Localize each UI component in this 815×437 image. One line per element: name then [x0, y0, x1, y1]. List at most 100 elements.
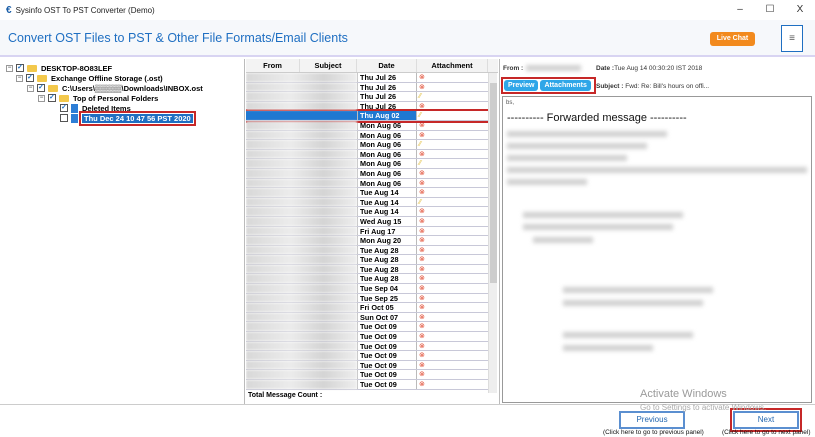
tree-node-deleted-items[interactable]: ✓ Deleted Items [60, 103, 131, 113]
table-row[interactable]: Thu Jul 26 ⊗ [246, 82, 488, 93]
tree-node-personal-folders[interactable]: − ✓ Top of Personal Folders [38, 93, 158, 103]
row-date: Thu Jul 26 [357, 92, 417, 101]
table-row[interactable]: Thu Jul 26 ⁄⁄ [246, 92, 488, 102]
message-rows: Thu Jul 26 ⊗ Thu Jul 26 ⊗ Thu Jul 26 ⁄⁄ Thu Ju… [246, 73, 488, 391]
table-row-selected[interactable]: Thu Aug 02 ⁄⁄ [246, 109, 488, 123]
no-attachment-icon: ⊗ [419, 371, 425, 379]
folder-tree: − ✓ DESKTOP-8O83LEF − ✓ Exchange Offline Sto… [0, 59, 245, 404]
checkbox[interactable] [60, 114, 68, 122]
activation-watermark-title: Activate Windows [640, 388, 727, 400]
attachment-clip-icon: ⁄⁄ [419, 112, 422, 120]
attachment-clip-icon: ⁄⁄ [419, 160, 422, 168]
row-date: Tue Aug 14 [357, 207, 417, 216]
row-date: Fri Oct 05 [357, 303, 417, 312]
tree-node-dated-folder[interactable]: Thu Dec 24 10 47 56 PST 2020 [60, 110, 196, 126]
tree-node-ost-file[interactable]: − ✓ C:\Users\▒▒▒▒▒\Downloads\INBOX.ost [27, 83, 203, 93]
no-attachment-icon: ⊗ [419, 256, 425, 264]
no-attachment-icon: ⊗ [419, 217, 425, 225]
activation-watermark-text: Go to Settings to activate Windows. [640, 403, 767, 412]
blurred-text [563, 332, 693, 338]
maximize-button[interactable]: ☐ [755, 0, 785, 20]
collapse-icon[interactable]: − [27, 84, 34, 92]
title-bar: € Sysinfo OST To PST Converter (Demo) [0, 0, 815, 20]
collapse-icon[interactable]: − [16, 74, 23, 82]
tree-node-storage[interactable]: − ✓ Exchange Offline Storage (.ost) [16, 73, 163, 83]
table-row[interactable]: Mon Aug 06 ⊗ [246, 178, 488, 189]
table-row[interactable]: Tue Sep 25 ⊗ [246, 293, 488, 304]
previous-button[interactable]: Previous [619, 411, 685, 429]
row-date: Thu Jul 26 [357, 82, 417, 91]
column-subject[interactable]: Subject [300, 59, 357, 72]
table-row[interactable]: Tue Oct 09 ⊗ [246, 351, 488, 361]
checkbox[interactable]: ✓ [60, 104, 68, 112]
table-row[interactable]: Thu Jul 26 ⊗ [246, 101, 488, 112]
table-row[interactable]: Tue Aug 28 ⊗ [246, 255, 488, 265]
close-button[interactable]: X [785, 0, 815, 20]
collapse-icon[interactable]: − [6, 64, 13, 72]
table-row[interactable]: Wed Aug 15 ⊗ [246, 216, 488, 227]
table-row[interactable]: Tue Oct 09 ⊗ [246, 380, 488, 390]
no-attachment-icon: ⊗ [419, 265, 425, 273]
app-header: Convert OST Files to PST & Other File Fo… [0, 20, 815, 57]
no-attachment-icon: ⊗ [419, 294, 425, 302]
row-date: Mon Aug 06 [357, 149, 417, 159]
table-row[interactable]: Mon Aug 06 ⊗ [246, 168, 488, 179]
message-list: From Subject Date Attachment Thu Jul 26 ⊗… [246, 59, 498, 404]
from-subject-blurred [246, 236, 357, 245]
table-row[interactable]: Tue Sep 04 ⊗ [246, 284, 488, 294]
checkbox[interactable]: ✓ [37, 84, 45, 92]
column-date[interactable]: Date [357, 59, 417, 72]
table-row[interactable]: Tue Oct 09 ⊗ [246, 360, 488, 371]
vertical-scrollbar[interactable] [488, 73, 497, 393]
table-row[interactable]: Tue Aug 28 ⊗ [246, 245, 488, 256]
attachments-tab[interactable]: Attachments [540, 80, 591, 91]
table-row[interactable]: Mon Aug 06 ⁄⁄ [246, 140, 488, 150]
table-row[interactable]: Fri Oct 05 ⊗ [246, 303, 488, 313]
table-row[interactable]: Tue Oct 09 ⊗ [246, 332, 488, 342]
tree-node-desktop[interactable]: − ✓ DESKTOP-8O83LEF [6, 63, 112, 73]
scrollbar-thumb[interactable] [490, 83, 497, 283]
table-row[interactable]: Tue Aug 28 ⊗ [246, 264, 488, 275]
checkbox[interactable]: ✓ [48, 94, 56, 102]
table-row[interactable]: Tue Aug 14 ⊗ [246, 188, 488, 198]
row-date: Tue Oct 09 [357, 341, 417, 350]
table-row[interactable]: Sun Oct 07 ⊗ [246, 312, 488, 323]
table-row[interactable]: Mon Aug 06 ⁄⁄ [246, 159, 488, 169]
table-row[interactable]: Mon Aug 06 ⊗ [246, 149, 488, 160]
checkbox[interactable]: ✓ [16, 64, 24, 72]
table-row[interactable]: Thu Jul 26 ⊗ [246, 73, 488, 83]
table-row[interactable]: Tue Oct 09 ⊗ [246, 322, 488, 333]
row-date: Mon Aug 06 [357, 130, 417, 139]
table-row[interactable]: Fri Aug 17 ⊗ [246, 226, 488, 237]
table-row[interactable]: Tue Oct 09 ⊗ [246, 341, 488, 352]
no-attachment-icon: ⊗ [419, 121, 425, 129]
table-row[interactable]: Tue Aug 14 ⁄⁄ [246, 197, 488, 208]
row-date: Tue Aug 28 [357, 245, 417, 254]
menu-button[interactable]: ≡ [781, 25, 803, 52]
no-attachment-icon: ⊗ [419, 361, 425, 369]
blurred-text [507, 143, 647, 149]
blurred-text [563, 300, 703, 306]
from-subject-blurred [246, 264, 357, 274]
no-attachment-icon: ⊗ [419, 381, 425, 388]
table-row[interactable]: Tue Aug 28 ⊗ [246, 274, 488, 285]
live-chat-button[interactable]: Live Chat [710, 32, 755, 46]
table-row[interactable]: Mon Aug 06 ⊗ [246, 120, 488, 131]
from-subject-blurred [246, 303, 357, 312]
table-row[interactable]: Mon Aug 20 ⊗ [246, 236, 488, 246]
table-row[interactable]: Tue Aug 14 ⊗ [246, 207, 488, 217]
row-date: Wed Aug 15 [357, 216, 417, 226]
column-from[interactable]: From [246, 59, 300, 72]
checkbox[interactable]: ✓ [26, 74, 34, 82]
table-row[interactable]: Mon Aug 06 ⊗ [246, 130, 488, 141]
minimize-button[interactable]: – [725, 0, 755, 20]
next-button[interactable]: Next [730, 408, 802, 432]
table-row[interactable]: Tue Oct 09 ⊗ [246, 370, 488, 380]
collapse-icon[interactable]: − [38, 94, 45, 102]
from-subject-blurred [246, 284, 357, 293]
row-date: Thu Aug 02 [357, 111, 417, 120]
column-attachment[interactable]: Attachment [417, 59, 488, 72]
preview-tab[interactable]: Preview [504, 80, 539, 91]
from-subject-blurred [246, 197, 357, 207]
from-subject-blurred [246, 82, 357, 92]
